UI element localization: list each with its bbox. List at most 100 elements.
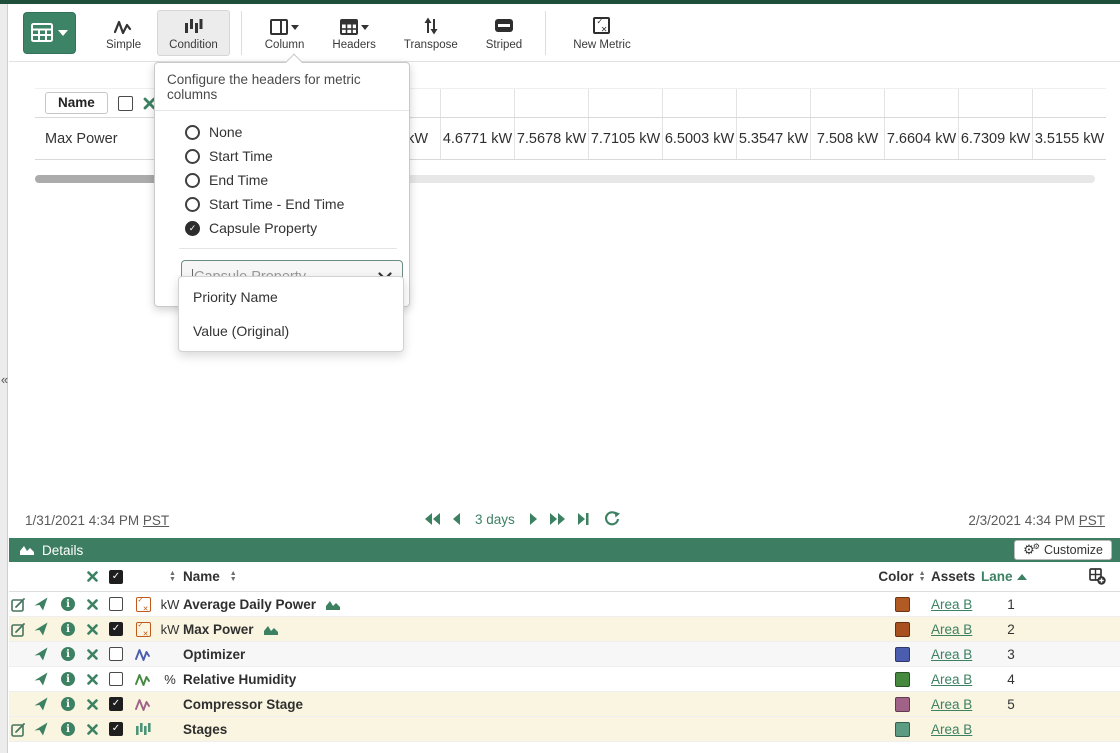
menu-item-value-original[interactable]: Value (Original) — [179, 314, 403, 348]
color-swatch[interactable] — [895, 697, 910, 712]
row-checkbox[interactable] — [109, 722, 123, 736]
metric-column-header — [588, 89, 662, 117]
toolbar-headers-button[interactable]: Headers — [320, 10, 387, 56]
color-swatch[interactable] — [895, 647, 910, 662]
asset-link[interactable]: Area B — [931, 622, 972, 637]
radio-option-end-time[interactable]: End Time — [185, 168, 397, 192]
row-checkbox[interactable] — [109, 622, 123, 636]
remove-icon[interactable] — [87, 724, 98, 735]
row-checkbox[interactable] — [109, 672, 123, 686]
step-forward-icon[interactable] — [529, 512, 538, 526]
asset-link[interactable]: Area B — [931, 597, 972, 612]
info-icon[interactable] — [61, 672, 75, 686]
table-headers-icon — [340, 19, 358, 35]
sort-icon[interactable] — [919, 571, 926, 583]
duration-label[interactable]: 3 days — [475, 512, 515, 527]
sort-icon[interactable] — [230, 571, 237, 583]
toolbar-transpose-button[interactable]: Transpose — [392, 10, 470, 56]
lane-number: 4 — [981, 672, 1041, 687]
remove-icon[interactable] — [87, 649, 98, 660]
toolbar-condition-button[interactable]: Condition — [157, 10, 230, 56]
step-to-end-icon[interactable] — [577, 512, 589, 526]
radio-option-none[interactable]: None — [185, 120, 397, 144]
row-checkbox[interactable] — [109, 597, 123, 611]
color-swatch[interactable] — [895, 722, 910, 737]
rocket-icon[interactable] — [34, 697, 48, 711]
color-column-label[interactable]: Color — [878, 569, 913, 584]
rocket-icon[interactable] — [34, 672, 48, 686]
timezone-link[interactable]: PST — [143, 513, 169, 528]
toolbar-striped-label: Striped — [486, 39, 522, 51]
toolbar-simple-label: Simple — [106, 39, 141, 51]
rocket-icon[interactable] — [34, 722, 48, 736]
range-navigation: 3 days — [424, 511, 620, 527]
signal-icon — [135, 648, 151, 661]
toolbar-column-button[interactable]: Column — [253, 10, 317, 56]
radio-label: None — [209, 124, 242, 140]
edit-icon[interactable] — [11, 722, 26, 737]
refresh-icon[interactable] — [604, 511, 620, 527]
table-view-dropdown-button[interactable] — [23, 12, 76, 54]
area-chart-icon[interactable] — [326, 599, 341, 610]
color-swatch[interactable] — [895, 622, 910, 637]
radio-checked-icon[interactable] — [185, 221, 200, 236]
column-icon — [270, 19, 288, 35]
step-back-much-icon[interactable] — [424, 512, 441, 526]
name-column-header-chip[interactable]: Name — [45, 92, 108, 114]
asset-link[interactable]: Area B — [931, 697, 972, 712]
edit-icon[interactable] — [11, 622, 26, 637]
info-icon[interactable] — [61, 722, 75, 736]
remove-icon[interactable] — [87, 624, 98, 635]
lane-column-label[interactable]: Lane — [981, 569, 1013, 584]
color-swatch[interactable] — [895, 672, 910, 687]
toolbar-striped-button[interactable]: Striped — [474, 10, 534, 56]
info-icon[interactable] — [61, 697, 75, 711]
name-column-label[interactable]: Name — [183, 569, 220, 584]
striped-icon — [495, 19, 513, 32]
row-checkbox[interactable] — [109, 647, 123, 661]
assets-column-label[interactable]: Assets — [931, 569, 975, 584]
menu-item-priority-name[interactable]: Priority Name — [179, 280, 403, 314]
radio-icon[interactable] — [185, 125, 200, 140]
asset-link[interactable]: Area B — [931, 647, 972, 662]
step-back-icon[interactable] — [452, 512, 461, 526]
remove-icon[interactable] — [87, 674, 98, 685]
toolbar-column-label: Column — [265, 39, 305, 51]
radio-icon[interactable] — [185, 173, 200, 188]
timezone-link[interactable]: PST — [1079, 513, 1105, 528]
divider — [179, 248, 397, 249]
remove-icon[interactable] — [87, 699, 98, 710]
row-checkbox[interactable] — [109, 697, 123, 711]
remove-icon[interactable] — [87, 599, 98, 610]
info-icon[interactable] — [61, 647, 75, 661]
asset-link[interactable]: Area B — [931, 672, 972, 687]
radio-icon[interactable] — [185, 149, 200, 164]
rocket-icon[interactable] — [34, 647, 48, 661]
color-swatch[interactable] — [895, 597, 910, 612]
toolbar-separator — [241, 11, 242, 55]
radio-icon[interactable] — [185, 197, 200, 212]
radio-option-capsule-property[interactable]: Capsule Property — [185, 216, 397, 240]
area-chart-icon[interactable] — [264, 624, 279, 635]
info-icon[interactable] — [61, 622, 75, 636]
toolbar-new-metric-button[interactable]: New Metric — [561, 10, 643, 56]
display-range-start: 1/31/2021 4:34 PM PST — [25, 513, 169, 528]
edit-icon[interactable] — [11, 597, 26, 612]
info-icon[interactable] — [61, 597, 75, 611]
step-forward-much-icon[interactable] — [549, 512, 566, 526]
rocket-icon[interactable] — [34, 622, 48, 636]
remove-all-icon[interactable] — [87, 571, 98, 582]
name-column-checkbox[interactable] — [118, 96, 133, 111]
select-all-checkbox[interactable] — [109, 570, 123, 584]
detail-row-stages: Stages Area B — [9, 717, 1120, 742]
sort-icon[interactable] — [169, 571, 176, 583]
asset-link[interactable]: Area B — [931, 722, 972, 737]
add-column-icon[interactable] — [1089, 568, 1106, 585]
toolbar-simple-button[interactable]: Simple — [94, 10, 153, 56]
rocket-icon[interactable] — [34, 597, 48, 611]
customize-button[interactable]: Customize — [1014, 540, 1112, 560]
start-datetime: 1/31/2021 4:34 PM — [25, 513, 139, 528]
radio-option-start-end-time[interactable]: Start Time - End Time — [185, 192, 397, 216]
collapse-panel-button[interactable]: « — [0, 372, 9, 387]
radio-option-start-time[interactable]: Start Time — [185, 144, 397, 168]
